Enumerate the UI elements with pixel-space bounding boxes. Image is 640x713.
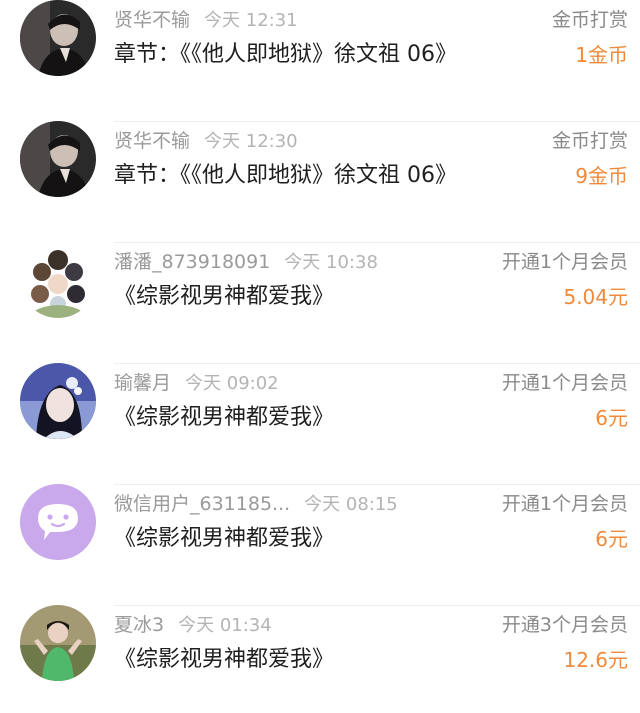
record-title: 《综影视男神都爱我》 (114, 284, 335, 309)
record-meta: 夏冰3 今天 01:34 (114, 605, 272, 645)
record-meta: 微信用户_631185... 今天 08:15 (114, 484, 398, 524)
list-item[interactable]: 夏冰3 今天 01:34 《综影视男神都爱我》 开通3个月会员 12.6元 (0, 605, 640, 713)
record-meta: 贤华不输 今天 12:30 (114, 121, 298, 161)
record-meta: 潘潘_873918091 今天 10:38 (114, 242, 378, 282)
record-time: 今天 01:34 (178, 615, 272, 636)
record-amount: 9金币 (575, 164, 628, 188)
record-time: 今天 12:30 (204, 131, 298, 152)
record-title: 章节：《《他人即地狱》徐文祖 06》 (114, 163, 457, 188)
record-amount: 1金币 (575, 43, 628, 67)
record-title: 《综影视男神都爱我》 (114, 647, 335, 672)
record-type: 金币打赏 (551, 130, 628, 152)
record-title: 《综影视男神都爱我》 (114, 526, 335, 551)
user-photo-avatar[interactable] (20, 605, 96, 681)
record-type: 开通1个月会员 (501, 493, 628, 515)
user-name: 贤华不输 (114, 130, 191, 152)
record-time: 今天 12:31 (204, 10, 298, 31)
illustration-avatar[interactable] (20, 242, 96, 318)
record-meta: 瑜馨月 今天 09:02 (114, 363, 279, 403)
record-type: 开通1个月会员 (501, 251, 628, 273)
user-name: 潘潘_873918091 (114, 251, 271, 273)
wechat-default-avatar-icon[interactable] (20, 484, 96, 560)
user-photo-avatar[interactable] (20, 363, 96, 439)
record-amount: 6元 (595, 406, 628, 430)
list-item[interactable]: 微信用户_631185... 今天 08:15 《综影视男神都爱我》 开通1个月会… (0, 484, 640, 606)
record-time: 今天 08:15 (304, 494, 398, 515)
record-type: 开通3个月会员 (501, 614, 628, 636)
record-title: 《综影视男神都爱我》 (114, 405, 335, 430)
user-photo-avatar[interactable] (20, 121, 96, 197)
record-time: 今天 09:02 (185, 373, 279, 394)
list-item[interactable]: 瑜馨月 今天 09:02 《综影视男神都爱我》 开通1个月会员 6元 (0, 363, 640, 485)
record-title: 章节：《《他人即地狱》徐文祖 06》 (114, 42, 457, 67)
record-type: 开通1个月会员 (501, 372, 628, 394)
user-name: 微信用户_631185... (114, 493, 291, 515)
record-amount: 5.04元 (563, 285, 628, 309)
list-item[interactable]: 潘潘_873918091 今天 10:38 《综影视男神都爱我》 开通1个月会员 … (0, 242, 640, 364)
record-type: 金币打赏 (551, 9, 628, 31)
list-item[interactable]: 贤华不输 今天 12:31 章节：《《他人即地狱》徐文祖 06》 金币打赏 1金币 (0, 0, 640, 122)
list-item[interactable]: 贤华不输 今天 12:30 章节：《《他人即地狱》徐文祖 06》 金币打赏 9金币 (0, 121, 640, 243)
user-name: 贤华不输 (114, 9, 191, 31)
record-amount: 6元 (595, 527, 628, 551)
user-photo-avatar[interactable] (20, 0, 96, 76)
user-name: 夏冰3 (114, 614, 165, 636)
record-meta: 贤华不输 今天 12:31 (114, 0, 298, 40)
reward-record-list: 贤华不输 今天 12:31 章节：《《他人即地狱》徐文祖 06》 金币打赏 1金币… (0, 0, 640, 713)
record-amount: 12.6元 (563, 648, 628, 672)
record-time: 今天 10:38 (284, 252, 378, 273)
user-name: 瑜馨月 (114, 372, 172, 394)
